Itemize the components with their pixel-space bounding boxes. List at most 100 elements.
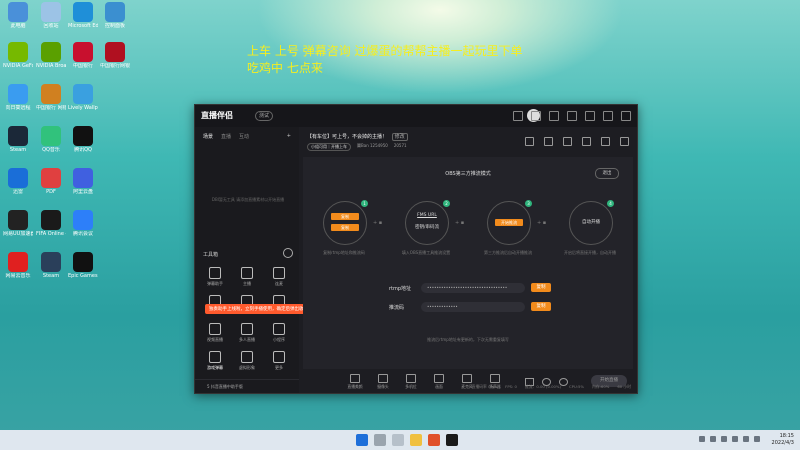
step-1-copy-button-2[interactable]: 复制	[331, 224, 359, 231]
lock-icon[interactable]	[544, 137, 553, 146]
copy-rtmp-button[interactable]: 复制	[531, 283, 551, 292]
grid-icon[interactable]	[525, 137, 534, 146]
toolbox-item[interactable]: 游戏弹幕	[199, 351, 231, 371]
app-icon	[73, 126, 93, 146]
system-tray	[699, 436, 760, 442]
overlay-line-1: 上车 上号 弹幕咨询 过爆蛋的帮帮主播一起玩里下单	[247, 44, 523, 58]
step-caption-1: 复制rtmp地址和推流码	[323, 250, 365, 255]
close-icon[interactable]	[621, 111, 631, 121]
toolbox-item[interactable]: 连麦	[263, 267, 295, 287]
desktop-icon[interactable]: PDF	[36, 168, 66, 195]
room-title: 【有车位】可上号，不会掉的主播！ 修改	[307, 133, 408, 141]
status-item: 60 小时	[617, 384, 631, 389]
desktop-icon-label: 腾讯QQ	[74, 147, 92, 153]
tray-app-icon[interactable]	[732, 436, 738, 442]
exit-button[interactable]: 退出	[595, 168, 619, 179]
file-explorer-icon[interactable]	[410, 434, 422, 446]
app-icon	[73, 2, 93, 22]
desktop-icon[interactable]: 控制面板	[100, 2, 130, 29]
copy-key-button[interactable]: 复制	[531, 302, 551, 311]
desktop-icon[interactable]: QQ音乐	[36, 126, 66, 153]
clock[interactable]: 18:15 2022/4/3	[772, 433, 794, 447]
desktop-icon[interactable]: NVIDIA Broadcast	[36, 42, 66, 69]
empty-scene-hint: DBI暂无工具 请添加直播素材以开始直播	[211, 197, 285, 202]
tab-scene[interactable]: 场景	[203, 133, 213, 140]
clock-time: 18:15	[779, 433, 794, 439]
tool-label: 小程序	[273, 337, 285, 342]
tray-app-icon[interactable]	[721, 436, 727, 442]
desktop-icon[interactable]: 腾讯QQ	[68, 126, 98, 153]
status-item: 内存:60%	[592, 384, 610, 389]
mail-icon[interactable]	[513, 111, 523, 121]
desktop-icon[interactable]: 迅雷	[3, 168, 33, 195]
desktop-icon[interactable]: Steam	[36, 252, 66, 279]
tool-label: 弹幕助手	[207, 281, 223, 286]
clock-date: 2022/4/3	[771, 440, 794, 446]
chat-icon[interactable]	[549, 111, 559, 121]
app-icon	[41, 252, 61, 272]
toolbox-item[interactable]: 多人直播	[231, 323, 263, 343]
feature-tooltip[interactable]: 独奏助手上线啦，立刻手播使用，确定后弹出收益	[205, 304, 312, 314]
sidebar-footer[interactable]: 5 抖音直播中助手版	[195, 379, 299, 393]
screen-icon[interactable]	[582, 137, 591, 146]
desktop-icon-label: 腾讯会议	[72, 231, 93, 237]
desktop-icon[interactable]: 此电脑	[3, 2, 33, 29]
desktop-icon[interactable]: Microsoft Edge	[68, 2, 98, 29]
desktop-icon[interactable]: 腾讯会议	[68, 210, 98, 237]
desktop-icon[interactable]: 中国银行网银	[100, 42, 130, 69]
toolbox-item[interactable]: 小程序	[263, 323, 295, 343]
toolbox-item[interactable]: 视频直播	[199, 323, 231, 343]
tab-interact[interactable]: 互动	[239, 133, 249, 140]
tab-live[interactable]: 直播	[221, 133, 231, 140]
toolbox-settings-icon[interactable]	[283, 248, 293, 258]
app-icon	[73, 42, 93, 62]
menu-icon[interactable]	[567, 111, 577, 121]
desktop-icon-label: Epic Games Launcher	[68, 273, 98, 279]
desktop-icon[interactable]: Epic Games Launcher	[68, 252, 98, 279]
room-tag[interactable]: 小组可用｜开播上车	[307, 143, 351, 151]
desktop-icon-label: 此电脑	[10, 23, 26, 29]
edit-title-button[interactable]: 修改	[391, 133, 408, 141]
streaming-app-icon[interactable]	[446, 434, 458, 446]
toolbox-item[interactable]: 虚拟形象	[231, 351, 263, 371]
volume-icon[interactable]	[754, 436, 760, 442]
app-icon[interactable]	[428, 434, 440, 446]
toolbox-item[interactable]: 弹幕助手	[199, 267, 231, 287]
tray-chevron-icon[interactable]	[699, 436, 705, 442]
save-icon[interactable]	[563, 137, 572, 146]
desktop-icon[interactable]: 网易云音乐	[3, 252, 33, 279]
desktop-icon[interactable]: Lively Wallpaper	[68, 84, 98, 111]
stream-key-field[interactable]: •••••••••••••	[421, 302, 525, 312]
maximize-icon[interactable]	[603, 111, 613, 121]
desktop-icon[interactable]: 向日葵远程	[3, 84, 33, 111]
minimize-icon[interactable]	[585, 111, 595, 121]
desktop-icon-label: NVIDIA GeForce	[3, 63, 33, 69]
desktop-icon[interactable]: 网易UU加速器	[3, 210, 33, 237]
desktop-icon[interactable]: FIFA Online 4	[36, 210, 66, 237]
step-4: 4 自动开播	[569, 200, 614, 245]
task-view-icon[interactable]	[392, 434, 404, 446]
bell-icon[interactable]	[601, 137, 610, 146]
desktop-icon[interactable]: 阿里云盘	[68, 168, 98, 195]
desktop-icon[interactable]: NVIDIA GeForce	[3, 42, 33, 69]
desktop-icon[interactable]: 回收站	[36, 2, 66, 29]
toolbox-item[interactable]: 主播	[231, 267, 263, 287]
add-scene-icon[interactable]: +	[287, 133, 291, 140]
rtmp-field[interactable]: ••••••••••••••••••••••••••••••••••	[421, 283, 525, 293]
toolbox-item[interactable]: 更多	[263, 351, 295, 371]
desktop-icon-label: 控制面板	[104, 23, 125, 29]
desktop-icon[interactable]: 中国银行 网银助手	[36, 84, 66, 111]
desktop-icon[interactable]: Steam	[3, 126, 33, 153]
desktop-icon[interactable]: 中国银行	[68, 42, 98, 69]
tray-app-icon[interactable]	[710, 436, 716, 442]
start-push-button[interactable]: 开始推流	[495, 219, 523, 226]
search-icon[interactable]	[374, 434, 386, 446]
desktop-icon-label: Lively Wallpaper	[68, 105, 98, 111]
network-icon[interactable]	[743, 436, 749, 442]
start-icon[interactable]	[356, 434, 368, 446]
share-icon[interactable]	[620, 137, 629, 146]
app-icon	[105, 42, 125, 62]
step-1-copy-button[interactable]: 复制	[331, 213, 359, 220]
app-icon	[8, 2, 28, 22]
shirt-icon[interactable]	[531, 111, 541, 121]
